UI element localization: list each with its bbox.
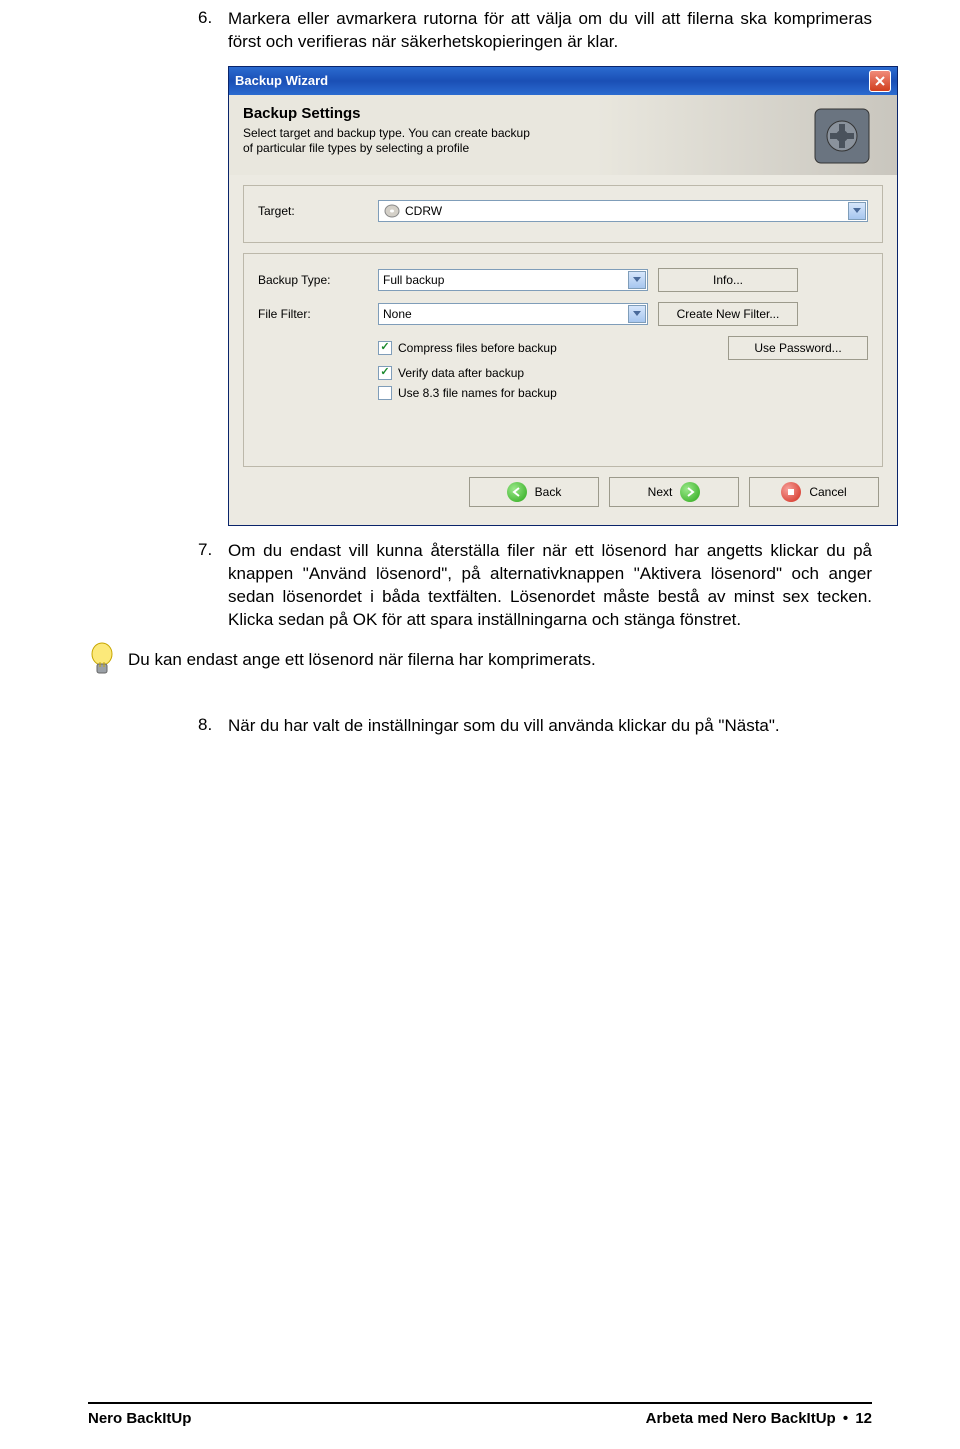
- backup-type-label: Backup Type:: [258, 273, 368, 287]
- list-text: Om du endast vill kunna återställa filer…: [228, 540, 872, 632]
- cancel-button[interactable]: Cancel: [749, 477, 879, 507]
- list-text: När du har valt de inställningar som du …: [228, 715, 780, 738]
- file-filter-select[interactable]: None: [378, 303, 648, 325]
- info-button[interactable]: Info...: [658, 268, 798, 292]
- footer-left: Nero BackItUp: [88, 1410, 191, 1427]
- wizard-header-title: Backup Settings: [243, 105, 883, 122]
- close-icon: [874, 75, 886, 87]
- file-filter-value: None: [383, 307, 412, 321]
- file-filter-label: File Filter:: [258, 307, 368, 321]
- list-marker: 7.: [198, 540, 228, 632]
- note-text: Du kan endast ange ett lösenord när file…: [128, 644, 596, 670]
- cancel-icon: [781, 482, 801, 502]
- wizard-header: Backup Settings Select target and backup…: [229, 95, 897, 175]
- list-item-8: 8. När du har valt de inställningar som …: [198, 715, 872, 738]
- list-text: Markera eller avmarkera rutorna för att …: [228, 8, 872, 54]
- list-marker: 8.: [198, 715, 228, 738]
- note-callout: Du kan endast ange ett lösenord när file…: [88, 644, 872, 685]
- backup-options-group: Backup Type: Full backup Info... File Fi…: [243, 253, 883, 467]
- use-password-button[interactable]: Use Password...: [728, 336, 868, 360]
- backup-type-select[interactable]: Full backup: [378, 269, 648, 291]
- cancel-button-label: Cancel: [809, 485, 846, 499]
- arrow-left-icon: [507, 482, 527, 502]
- titlebar: Backup Wizard: [229, 67, 897, 95]
- lightbulb-icon: [88, 640, 128, 685]
- list-marker: 6.: [198, 8, 228, 54]
- page-footer: Nero BackItUp Arbeta med Nero BackItUp •…: [0, 1402, 960, 1427]
- wizard-header-subtitle: Select target and backup type. You can c…: [243, 126, 543, 157]
- compress-checkbox[interactable]: [378, 341, 392, 355]
- footer-divider: [88, 1402, 872, 1404]
- back-button-label: Back: [535, 485, 562, 499]
- list-item-6: 6. Markera eller avmarkera rutorna för a…: [198, 8, 872, 54]
- target-select[interactable]: CDRW: [378, 200, 868, 222]
- verify-checkbox[interactable]: [378, 366, 392, 380]
- window-title: Backup Wizard: [235, 73, 328, 88]
- use83-checkbox-label: Use 8.3 file names for backup: [398, 386, 557, 400]
- next-button[interactable]: Next: [609, 477, 739, 507]
- backup-wizard-dialog: Backup Wizard Backup Settings Select tar…: [228, 66, 898, 526]
- next-button-label: Next: [648, 485, 673, 499]
- dropdown-arrow-icon: [848, 202, 866, 220]
- target-value: CDRW: [405, 204, 442, 218]
- back-button[interactable]: Back: [469, 477, 599, 507]
- dropdown-arrow-icon: [628, 271, 646, 289]
- safe-icon: [809, 103, 875, 169]
- footer-right: Arbeta med Nero BackItUp • 12: [646, 1410, 872, 1427]
- create-filter-button[interactable]: Create New Filter...: [658, 302, 798, 326]
- compress-checkbox-label: Compress files before backup: [398, 341, 722, 355]
- use83-checkbox[interactable]: [378, 386, 392, 400]
- arrow-right-icon: [680, 482, 700, 502]
- verify-checkbox-label: Verify data after backup: [398, 366, 524, 380]
- list-item-7: 7. Om du endast vill kunna återställa fi…: [198, 540, 872, 632]
- backup-type-value: Full backup: [383, 273, 444, 287]
- target-group: Target: CDRW: [243, 185, 883, 243]
- disc-icon: [383, 204, 401, 218]
- dropdown-arrow-icon: [628, 305, 646, 323]
- target-label: Target:: [258, 204, 368, 218]
- close-button[interactable]: [869, 70, 891, 92]
